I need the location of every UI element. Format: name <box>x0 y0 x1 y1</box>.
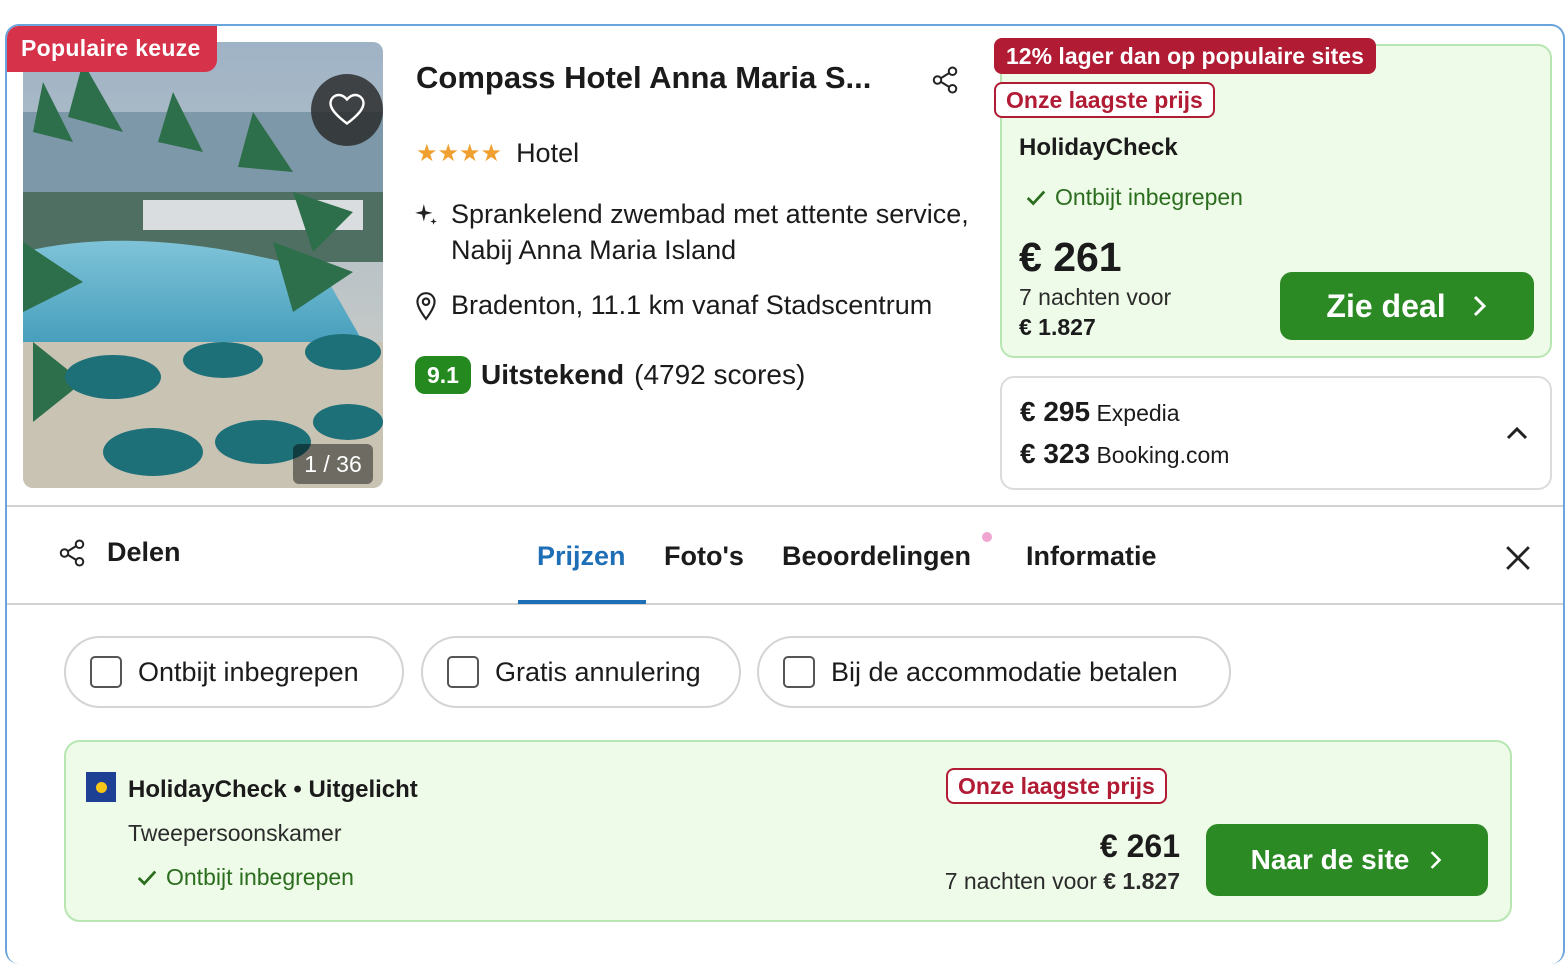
deal-perk: Ontbijt inbegrepen <box>1025 184 1243 211</box>
share-label: Delen <box>107 537 181 567</box>
offer-provider: HolidayCheck • Uitgelicht <box>128 776 418 803</box>
active-tab-indicator <box>518 600 646 604</box>
accommodation-type: Hotel <box>516 138 580 168</box>
hotel-name[interactable]: Compass Hotel Anna Maria S... <box>416 60 871 96</box>
location-text: Bradenton, 11.1 km vanaf Stadscentrum <box>451 290 933 320</box>
lowest-price-tag: Onze laagste prijs <box>946 768 1167 804</box>
heart-icon <box>329 93 365 126</box>
provider-logo <box>86 772 116 802</box>
filter-pay-at-property[interactable]: Bij de accommodatie betalen <box>757 636 1231 708</box>
offer-perk: Ontbijt inbegrepen <box>136 864 354 891</box>
tab-informatie[interactable]: Informatie <box>1026 541 1157 572</box>
see-deal-button[interactable]: Zie deal <box>1280 272 1534 340</box>
highlights-text: Sprankelend zwembad met attente service,… <box>451 199 969 265</box>
favorite-button[interactable] <box>311 74 383 146</box>
photo-counter: 1 / 36 <box>293 444 373 484</box>
close-icon <box>1506 546 1530 570</box>
deal-provider: HolidayCheck <box>1019 134 1178 161</box>
tab-fotos[interactable]: Foto's <box>664 541 744 572</box>
score-badge: 9.1 <box>415 356 471 394</box>
detail-tabs-bar: Delen Prijzen Foto's Beoordelingen Infor… <box>7 505 1563 605</box>
other-provider: Expedia <box>1096 400 1180 426</box>
hotel-class: ★★★★ Hotel <box>416 138 579 169</box>
hotel-highlights: Sprankelend zwembad met attente service,… <box>413 196 973 268</box>
score-count: (4792 scores) <box>634 359 806 390</box>
share-icon <box>932 66 958 94</box>
hotel-photo[interactable]: 1 / 36 <box>23 42 383 488</box>
other-price-row[interactable]: € 295 Expedia <box>1020 396 1180 428</box>
deal-total: € 1.827 <box>1019 314 1096 340</box>
share-icon <box>59 539 85 566</box>
other-price-row[interactable]: € 323 Booking.com <box>1020 438 1229 470</box>
filter-label: Gratis annulering <box>495 656 701 687</box>
star-rating: ★★★★ <box>416 140 503 167</box>
offer-total: € 1.827 <box>1103 868 1180 894</box>
score-label: Uitstekend <box>480 359 625 390</box>
deal-nights: 7 nachten voor <box>1019 284 1172 310</box>
other-prices[interactable]: € 295 Expedia € 323 Booking.com <box>1000 376 1552 490</box>
offer-room-type: Tweepersoonskamer <box>128 820 342 846</box>
popular-badge: Populaire keuze <box>7 26 217 72</box>
see-deal-label: Zie deal <box>1326 287 1446 324</box>
filter-checkbox[interactable] <box>90 656 122 688</box>
sparkle-icon <box>415 204 437 225</box>
offer-row[interactable]: HolidayCheck • Uitgelicht Tweepersoonska… <box>64 740 1512 922</box>
offer-price: € 261 <box>1099 828 1180 864</box>
offer-perk-label: Ontbijt inbegrepen <box>166 864 354 890</box>
share-link[interactable]: Delen <box>57 537 181 568</box>
filter-breakfast[interactable]: Ontbijt inbegrepen <box>64 636 404 708</box>
filter-free-cancellation[interactable]: Gratis annulering <box>421 636 741 708</box>
deal-perk-label: Ontbijt inbegrepen <box>1055 184 1243 210</box>
offer-nights-label: 7 nachten voor <box>944 868 1097 894</box>
check-icon <box>1026 190 1046 205</box>
deal-price: € 261 <box>1019 234 1122 280</box>
chevron-right-icon <box>1473 295 1486 317</box>
filter-label: Ontbijt inbegrepen <box>138 656 359 687</box>
tab-prijzen[interactable]: Prijzen <box>537 541 626 572</box>
go-to-site-label: Naar de site <box>1250 844 1410 875</box>
chevron-up-icon <box>1506 426 1528 440</box>
review-score[interactable]: 9.1 Uitstekend (4792 scores) <box>415 356 805 394</box>
filter-label: Bij de accommodatie betalen <box>831 656 1178 687</box>
chevron-right-icon <box>1431 851 1442 869</box>
check-icon <box>137 870 157 885</box>
go-to-site-button[interactable]: Naar de site <box>1206 824 1488 896</box>
filter-checkbox[interactable] <box>783 656 815 688</box>
tab-beoordelingen[interactable]: Beoordelingen <box>782 541 971 572</box>
share-button[interactable] <box>927 62 963 98</box>
other-provider: Booking.com <box>1096 442 1230 468</box>
notification-dot <box>982 532 992 542</box>
filter-checkbox[interactable] <box>447 656 479 688</box>
location-pin-icon <box>416 291 436 321</box>
close-button[interactable] <box>1501 541 1535 575</box>
hotel-location: Bradenton, 11.1 km vanaf Stadscentrum <box>413 290 932 321</box>
collapse-prices-button[interactable] <box>1502 418 1532 448</box>
other-price: € 295 <box>1020 396 1091 427</box>
lowest-price-tag: Onze laagste prijs <box>994 82 1215 118</box>
offer-nights: 7 nachten voor € 1.827 <box>945 868 1180 895</box>
hotel-card: 1 / 36 Populaire keuze Compass Hotel Ann… <box>5 24 1565 964</box>
other-price: € 323 <box>1020 438 1091 469</box>
savings-tag: 12% lager dan op populaire sites <box>994 38 1376 74</box>
